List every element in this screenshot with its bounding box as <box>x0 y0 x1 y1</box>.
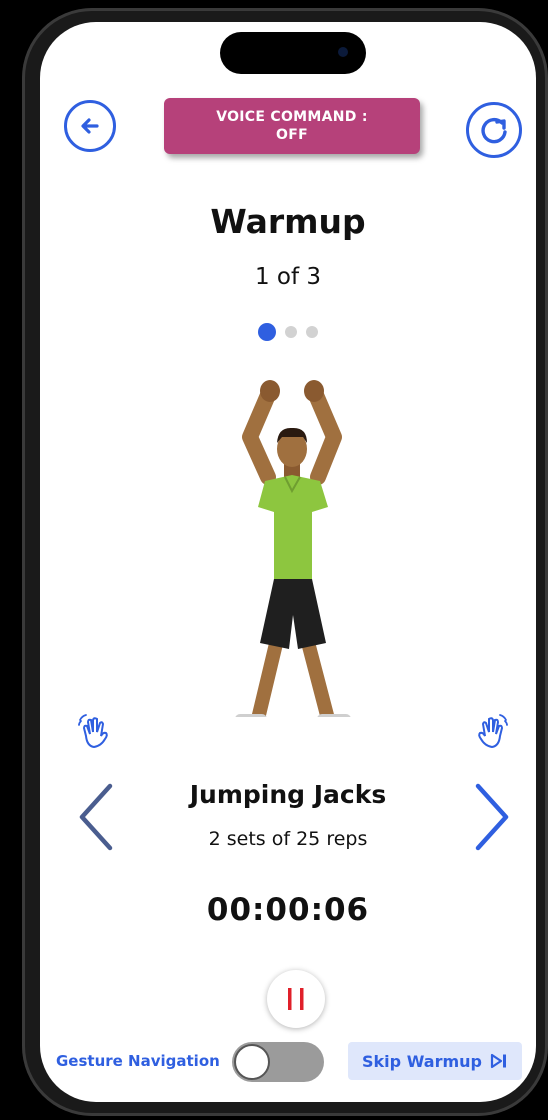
exercise-illustration <box>235 380 351 717</box>
step-counter: 1 of 3 <box>254 264 322 290</box>
exercise-sets: 2 sets of 25 reps <box>208 828 368 850</box>
voice-command-toggle[interactable]: VOICE COMMAND : OFF <box>164 98 420 154</box>
page-title: Warmup <box>210 202 366 241</box>
pause-button[interactable] <box>267 970 325 1028</box>
toggle-knob <box>234 1044 270 1080</box>
wave-hand-icon <box>478 714 508 749</box>
voice-command-label: VOICE COMMAND : <box>216 109 368 125</box>
restart-button[interactable] <box>466 102 522 158</box>
arrow-left-icon <box>81 118 99 134</box>
step-dot <box>306 326 318 338</box>
dynamic-island <box>220 32 366 74</box>
gesture-navigation-toggle[interactable] <box>232 1042 324 1082</box>
step-dot <box>285 326 297 338</box>
step-indicator <box>258 323 318 341</box>
refresh-icon <box>481 117 507 144</box>
exercise-name: Jumping Jacks <box>189 780 387 809</box>
skip-warmup-label: Skip Warmup <box>362 1051 482 1071</box>
front-camera <box>338 47 348 57</box>
voice-command-state: OFF <box>276 127 308 143</box>
phone-screen: VOICE COMMAND : OFF Warmup 1 of 3 Jumpin… <box>40 22 536 1102</box>
pause-icon <box>288 988 304 1010</box>
back-button[interactable] <box>64 100 116 152</box>
skip-warmup-button[interactable]: Skip Warmup <box>348 1042 522 1080</box>
gesture-navigation-label: Gesture Navigation <box>56 1052 220 1070</box>
wave-hand-icon <box>78 714 108 749</box>
exercise-timer: 00:00:06 <box>206 892 370 928</box>
step-dot-active <box>258 323 276 341</box>
skip-forward-icon <box>490 1053 506 1069</box>
